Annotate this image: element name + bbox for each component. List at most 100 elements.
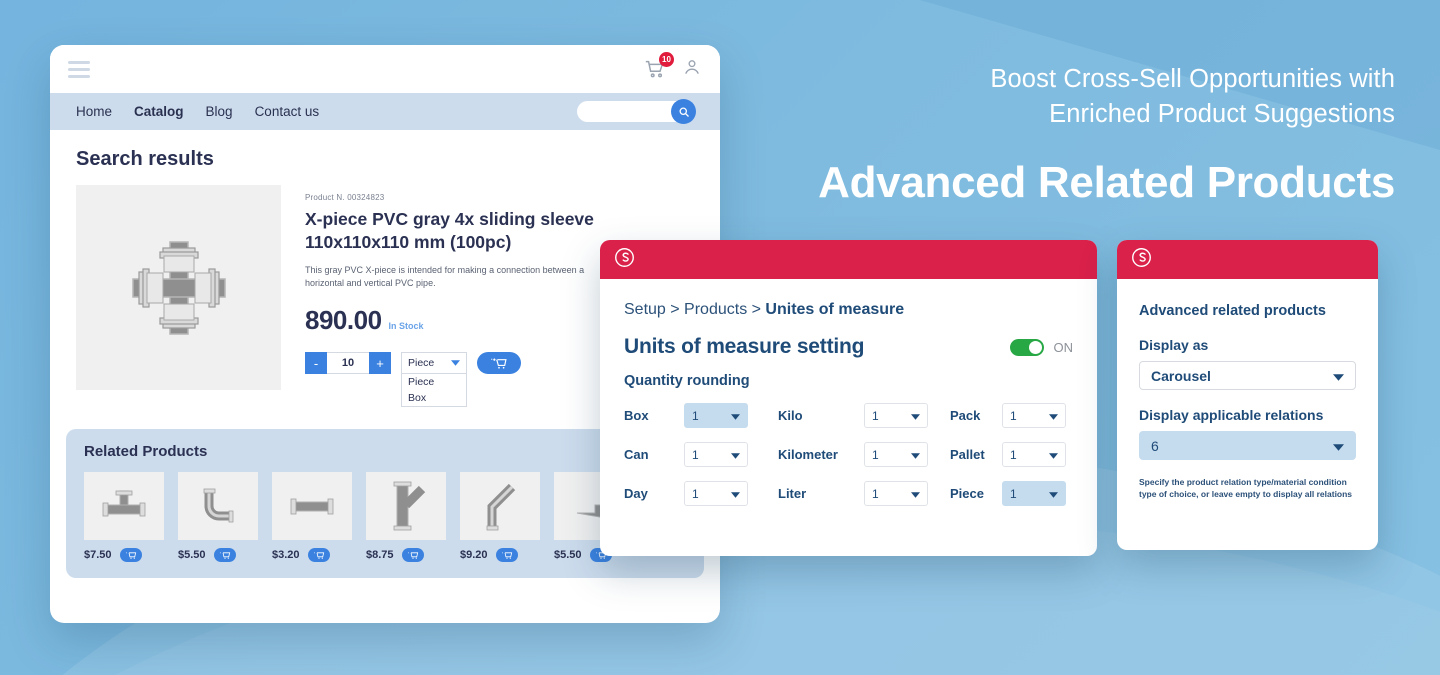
unit-label-pallet: Pallet [950, 447, 985, 462]
related-products-title: Related Products [84, 443, 208, 460]
shop-topbar: 10 [50, 45, 720, 93]
unit-rounding-select-pack[interactable]: 1 [1002, 403, 1066, 428]
unit-rounding-select-kilo[interactable]: 1 [864, 403, 928, 428]
related-product-card[interactable]: $9.20 [460, 472, 540, 562]
unit-rounding-value-piece: 1 [1010, 486, 1017, 501]
unit-rounding-value-can: 1 [692, 447, 699, 462]
unit-select-options[interactable]: Piece Box [401, 374, 467, 407]
unit-rounding-value-box: 1 [692, 408, 699, 423]
product-description: This gray PVC X-piece is intended for ma… [305, 265, 585, 288]
unit-rounding-select-box[interactable]: 1 [684, 403, 748, 428]
pvc-x-piece-image [76, 185, 281, 390]
unit-rounding-select-piece[interactable]: 1 [1002, 481, 1066, 506]
display-as-select[interactable]: Carousel [1139, 361, 1356, 390]
unit-rounding-value-liter: 1 [872, 486, 879, 501]
unit-rounding-select-day[interactable]: 1 [684, 481, 748, 506]
related-product-price: $7.50 [84, 549, 112, 561]
hero-subtitle-line1: Boost Cross-Sell Opportunities with [990, 65, 1395, 93]
settings-title: Units of measure setting [624, 335, 865, 358]
nav-link-contact-us[interactable]: Contact us [255, 104, 320, 119]
unit-option-box[interactable]: Box [402, 390, 466, 406]
quantity-decrease-button[interactable]: - [305, 352, 327, 374]
breadcrumb: Setup > Products > Unites of measure [624, 301, 1073, 319]
arp-title: Advanced related products [1139, 303, 1326, 319]
quantity-stepper[interactable]: - 10 + [305, 352, 391, 374]
unit-label-box: Box [624, 408, 649, 423]
hero-title: Advanced Related Products [818, 158, 1395, 207]
unit-rounding-value-kilo: 1 [872, 408, 879, 423]
breadcrumb-prefix[interactable]: Setup > Products > [624, 301, 765, 318]
settings-toggle-wrap: ON [1009, 338, 1074, 356]
quantity-value[interactable]: 10 [327, 352, 369, 374]
add-to-cart-icon[interactable] [401, 548, 424, 562]
nav-link-blog[interactable]: Blog [206, 104, 233, 119]
related-product-price: $3.20 [272, 549, 300, 561]
relations-label: Display applicable relations [1139, 407, 1324, 423]
pvc-tee-image [84, 472, 164, 540]
hamburger-icon[interactable] [68, 60, 90, 78]
unit-rounding-value-day: 1 [692, 486, 699, 501]
unit-label-day: Day [624, 486, 648, 501]
nav-link-home[interactable]: Home [76, 104, 112, 119]
nav-link-catalog[interactable]: Catalog [134, 104, 184, 119]
related-product-price: $9.20 [460, 549, 488, 561]
unit-select-head[interactable]: Piece [401, 352, 467, 374]
panel-header-bar [600, 240, 1097, 279]
chevron-down-icon [911, 448, 920, 462]
product-price: 890.00 [305, 305, 382, 335]
unit-option-piece[interactable]: Piece [402, 374, 466, 390]
chevron-down-icon [731, 487, 740, 501]
chevron-down-icon [1049, 487, 1058, 501]
related-product-footer: $7.50 [84, 548, 164, 562]
relations-value: 6 [1151, 437, 1159, 454]
add-to-cart-button[interactable] [477, 352, 521, 374]
chevron-down-icon [1049, 409, 1058, 423]
quantity-rounding-label: Quantity rounding [624, 373, 750, 389]
related-product-price: $8.75 [366, 549, 394, 561]
related-product-footer: $8.75 [366, 548, 446, 562]
related-product-footer: $9.20 [460, 548, 540, 562]
brand-s-logo-icon [614, 247, 635, 273]
related-product-card[interactable]: $7.50 [84, 472, 164, 562]
related-product-card[interactable]: $5.50 [178, 472, 258, 562]
relations-help-text: Specify the product relation type/materi… [1139, 477, 1353, 499]
unit-rounding-select-liter[interactable]: 1 [864, 481, 928, 506]
chevron-down-icon [911, 487, 920, 501]
unit-select[interactable]: Piece Piece Box [401, 352, 467, 407]
breadcrumb-current: Unites of measure [765, 301, 905, 318]
toggle-state-label: ON [1053, 339, 1074, 355]
related-product-card[interactable]: $8.75 [366, 472, 446, 562]
unit-label-kilometer: Kilometer [778, 447, 838, 462]
product-sku: Product N. 00324823 [305, 193, 385, 202]
display-as-value: Carousel [1151, 367, 1211, 384]
quantity-increase-button[interactable]: + [369, 352, 391, 374]
add-to-cart-icon[interactable] [119, 548, 142, 562]
add-to-cart-icon[interactable] [307, 548, 330, 562]
chevron-down-icon [1049, 448, 1058, 462]
pvc-sleeve-image [272, 472, 352, 540]
related-product-footer: $5.50 [178, 548, 258, 562]
cart-icon[interactable]: 10 [644, 52, 674, 80]
brand-s-logo-icon [1131, 247, 1152, 273]
toggle-knob [1028, 340, 1042, 354]
unit-label-liter: Liter [778, 486, 807, 501]
related-product-card[interactable]: $3.20 [272, 472, 352, 562]
user-icon[interactable] [682, 57, 702, 82]
search-input[interactable] [577, 99, 696, 124]
add-to-cart-icon[interactable] [213, 548, 236, 562]
add-to-cart-icon[interactable] [495, 548, 518, 562]
search-icon[interactable] [671, 99, 696, 124]
panel-body: Setup > Products > Unites of measure Uni… [600, 279, 1097, 506]
unit-rounding-select-pallet[interactable]: 1 [1002, 442, 1066, 467]
relations-select[interactable]: 6 [1139, 431, 1356, 460]
settings-toggle[interactable] [1009, 338, 1044, 356]
chevron-down-icon [451, 357, 460, 369]
unit-rounding-value-pallet: 1 [1010, 447, 1017, 462]
stock-status: In Stock [388, 321, 424, 331]
advanced-related-products-panel: Advanced related products Display as Car… [1117, 240, 1378, 550]
related-product-footer: $3.20 [272, 548, 352, 562]
units-of-measure-panel: Setup > Products > Unites of measure Uni… [600, 240, 1097, 556]
unit-rounding-select-can[interactable]: 1 [684, 442, 748, 467]
unit-rounding-select-kilometer[interactable]: 1 [864, 442, 928, 467]
related-products-grid: $7.50 $5.50 $3.20 $8.75 $9.20 $5.50 [84, 472, 686, 562]
